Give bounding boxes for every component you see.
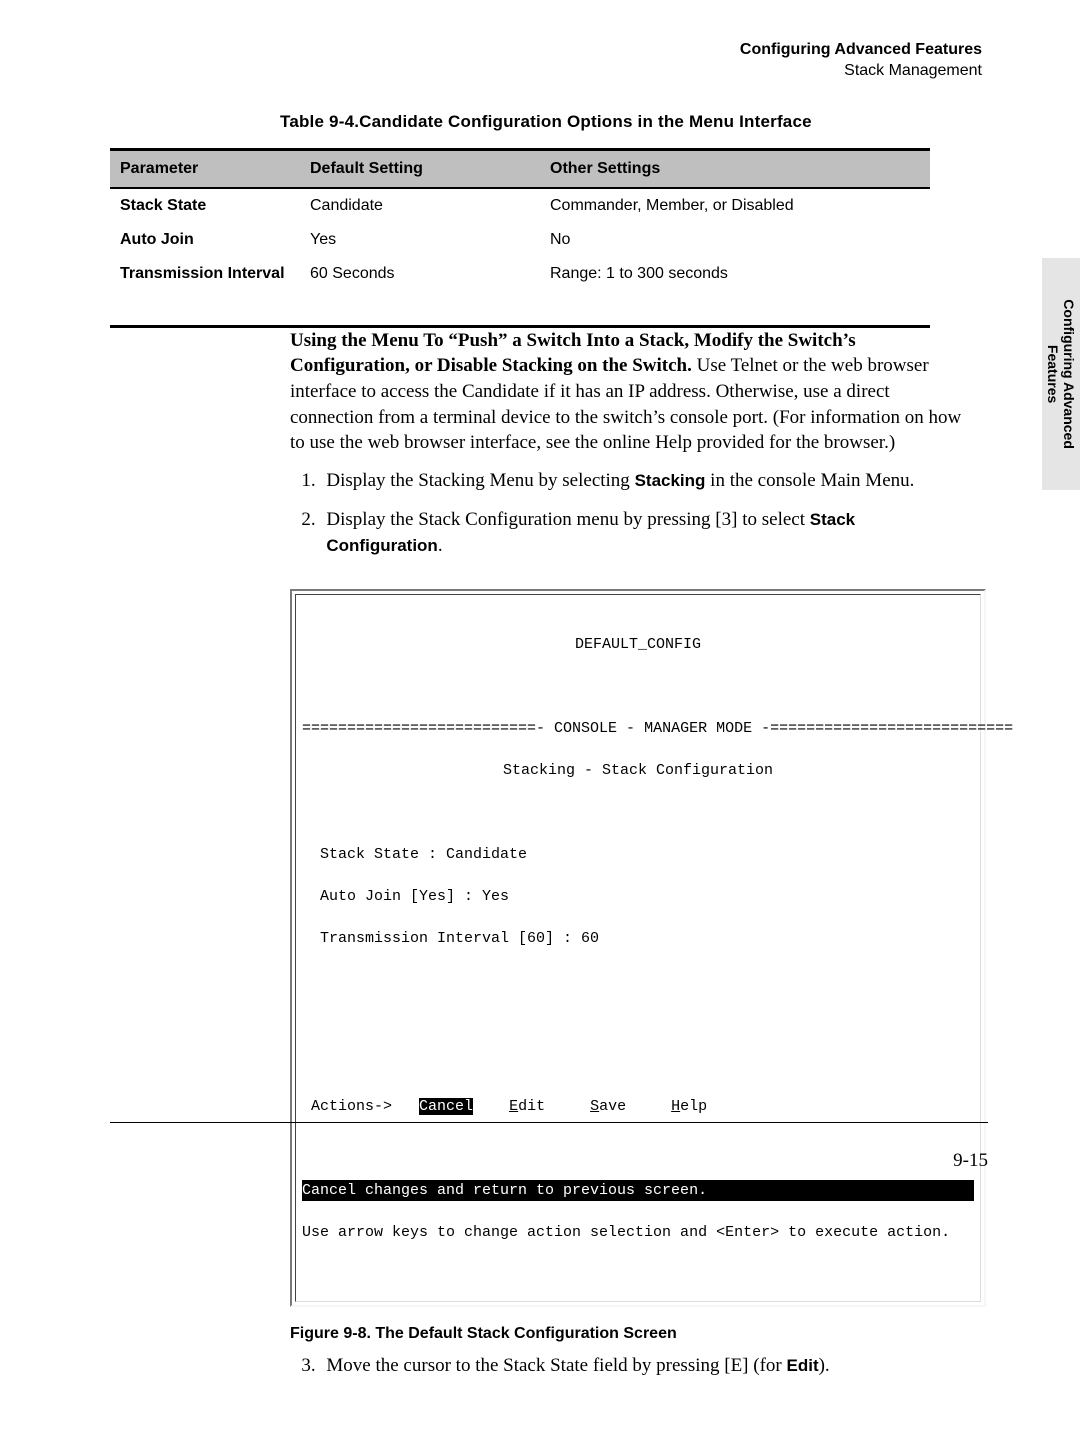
step-2: Display the Stack Configuration menu by … bbox=[320, 507, 968, 558]
term-rule: ==========================- CONSOLE - MA… bbox=[302, 718, 974, 739]
table-caption: Table 9-4.Candidate Configuration Option… bbox=[280, 112, 988, 132]
term-actions: Actions-> Cancel Edit Save Help bbox=[302, 1096, 974, 1117]
side-tab: Configuring Advanced Features bbox=[1042, 258, 1080, 490]
options-table-wrap: Parameter Default Setting Other Settings… bbox=[110, 148, 930, 328]
figure-caption: Figure 9-8. The Default Stack Configurat… bbox=[290, 1325, 988, 1343]
step-3: Move the cursor to the Stack State field… bbox=[320, 1353, 968, 1379]
action-cancel[interactable]: Cancel bbox=[419, 1098, 473, 1115]
term-line-2: Auto Join [Yes] : Yes bbox=[302, 886, 974, 907]
th-other: Other Settings bbox=[540, 151, 930, 188]
body-text-after: Move the cursor to the Stack State field… bbox=[290, 1353, 968, 1379]
options-table: Parameter Default Setting Other Settings… bbox=[110, 151, 930, 291]
header-subtitle: Stack Management bbox=[110, 61, 982, 82]
intro-paragraph: Using the Menu To “Push” a Switch Into a… bbox=[290, 328, 968, 456]
step-1: Display the Stacking Menu by selecting S… bbox=[320, 468, 968, 494]
term-subtitle: Stacking - Stack Configuration bbox=[302, 760, 974, 781]
table-row: Transmission Interval 60 Seconds Range: … bbox=[110, 257, 930, 291]
footer-rule bbox=[110, 1122, 988, 1123]
header-title: Configuring Advanced Features bbox=[110, 40, 982, 61]
term-status: Cancel changes and return to previous sc… bbox=[302, 1180, 974, 1201]
term-line-1: Stack State : Candidate bbox=[302, 844, 974, 865]
page-header: Configuring Advanced Features Stack Mana… bbox=[110, 40, 982, 82]
term-hint: Use arrow keys to change action selectio… bbox=[302, 1222, 974, 1243]
th-parameter: Parameter bbox=[110, 151, 300, 188]
table-row: Auto Join Yes No bbox=[110, 223, 930, 257]
th-default: Default Setting bbox=[300, 151, 540, 188]
body-text: Using the Menu To “Push” a Switch Into a… bbox=[290, 328, 968, 559]
term-title: DEFAULT_CONFIG bbox=[302, 634, 974, 655]
table-row: Stack State Candidate Commander, Member,… bbox=[110, 188, 930, 223]
page-number: 9-15 bbox=[953, 1150, 988, 1172]
terminal-screenshot: DEFAULT_CONFIG =========================… bbox=[290, 589, 986, 1307]
term-line-3: Transmission Interval [60] : 60 bbox=[302, 928, 974, 949]
